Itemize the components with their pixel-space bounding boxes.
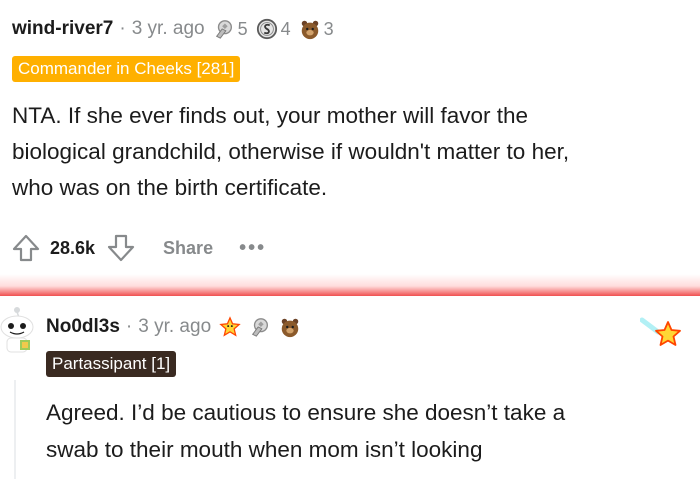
silver-award-icon: [252, 318, 269, 337]
comment-timestamp[interactable]: 3 yr. ago: [138, 316, 211, 338]
award-bear[interactable]: [279, 316, 301, 338]
comment-meta: wind-river7 · 3 yr. ago 5 4 3: [12, 16, 334, 42]
wholesome-star-icon: [219, 316, 241, 337]
award-wholesome-star[interactable]: [219, 316, 241, 338]
award-count: 3: [323, 18, 334, 39]
upvote-button[interactable]: [10, 232, 42, 264]
comment-meta: No0dl3s · 3 yr. ago: [46, 314, 301, 340]
comment-body-line: who was on the birth certificate.: [12, 175, 328, 200]
downvote-button[interactable]: [105, 232, 137, 264]
award-helpful[interactable]: 4: [256, 18, 291, 40]
user-flair: Partassipant [1]: [46, 351, 177, 377]
comment-body-line: biological grandchild, otherwise if woul…: [12, 139, 570, 164]
comment-divider: [0, 274, 700, 296]
comment-actions: 28.6k Share •••: [10, 230, 266, 266]
shooting-star-icon[interactable]: [640, 316, 686, 356]
comment-body-line: NTA. If she ever finds out, your mother …: [12, 103, 529, 128]
award-silver[interactable]: [249, 316, 271, 338]
user-flair: Commander in Cheeks [281]: [12, 56, 241, 82]
award-silver[interactable]: 5: [213, 18, 248, 40]
comment-wind-river7: wind-river7 · 3 yr. ago 5 4 3 Commander …: [0, 0, 700, 275]
comment-body: NTA. If she ever finds out, your mother …: [12, 98, 692, 206]
bear-award-icon: [281, 318, 299, 338]
downvote-arrow-icon: [107, 234, 135, 262]
comment-body-line: Agreed. I’d be cautious to ensure she do…: [46, 400, 566, 425]
comment-author[interactable]: wind-river7: [12, 18, 113, 40]
comment-body-line: swab to their mouth when mom isn’t looki…: [46, 437, 483, 462]
comment-author[interactable]: No0dl3s: [46, 316, 120, 338]
thread-line[interactable]: [14, 380, 16, 479]
award-bear[interactable]: 3: [299, 18, 334, 40]
silver-award-icon: [215, 20, 232, 39]
meta-separator: ·: [119, 18, 126, 39]
more-options-button[interactable]: •••: [239, 237, 266, 260]
comment-No0dl3s: No0dl3s · 3 yr. ago Partassipant [1] Agr…: [0, 296, 700, 479]
comment-body: Agreed. I’d be cautious to ensure she do…: [46, 394, 686, 468]
helpful-coin-icon: [256, 18, 277, 40]
award-count: 4: [280, 18, 291, 39]
meta-separator: ·: [125, 316, 133, 337]
snoo-avatar-icon[interactable]: [0, 306, 38, 356]
bear-award-icon: [301, 20, 318, 40]
upvote-arrow-icon: [12, 234, 40, 262]
share-button[interactable]: Share: [163, 238, 213, 259]
award-count: 5: [237, 18, 248, 39]
comment-timestamp[interactable]: 3 yr. ago: [132, 18, 205, 40]
vote-score: 28.6k: [50, 237, 96, 258]
